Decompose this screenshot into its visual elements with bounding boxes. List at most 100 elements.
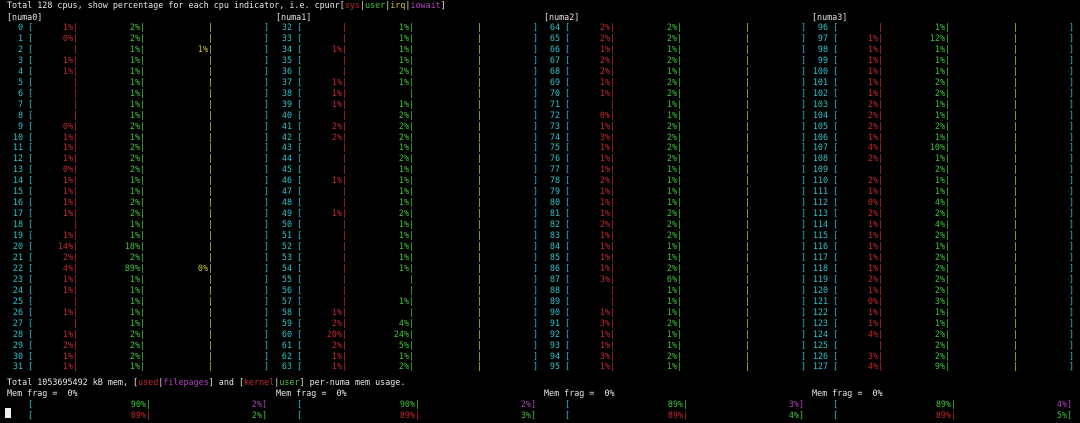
pipe: | — [208, 54, 214, 65]
bracket-close: ] — [264, 328, 270, 339]
pipe: | — [1013, 109, 1019, 120]
cpu-row: 88[| 1% | |] — [544, 285, 806, 296]
bracket-open: [ — [297, 219, 303, 230]
cpu-row: 43[| 1% | |] — [276, 142, 538, 153]
pipe: | — [477, 98, 483, 109]
cpu-number: 70 — [549, 87, 560, 98]
pipe: | — [73, 197, 79, 208]
sys-percent: 1% — [331, 175, 342, 186]
bracket-close: ] — [264, 306, 270, 317]
pipe: | — [1013, 317, 1019, 328]
pipe: | — [878, 306, 884, 317]
pipe: | — [677, 22, 683, 32]
pipe: | — [677, 317, 683, 328]
cpu-row: 92[1% | 1% | |] — [544, 329, 806, 340]
bracket-open: [ — [297, 295, 303, 306]
pipe: | — [208, 164, 214, 175]
cpu-number: 112 — [812, 197, 828, 208]
pipe: | — [342, 120, 348, 131]
pipe: | — [409, 164, 415, 175]
mem-frag-label: Mem frag = 0% — [276, 388, 347, 398]
cpu-number: 43 — [281, 142, 292, 153]
pipe: | — [610, 230, 616, 241]
user-percent: 1% — [666, 43, 677, 54]
sys-percent: 2% — [331, 339, 342, 350]
cpu-number: 120 — [812, 284, 828, 295]
pipe: | — [477, 219, 483, 230]
cpu-row: 91[3% | 2% | |] — [544, 318, 806, 329]
pipe: | — [208, 175, 214, 186]
pipe: | — [73, 241, 79, 251]
pipe: | — [1013, 164, 1019, 175]
cpu-row: 72[0% | 1% | |] — [544, 110, 806, 121]
pipe: | — [409, 262, 415, 273]
cpu-number: 38 — [281, 87, 292, 98]
bracket-close: ] — [264, 87, 270, 98]
cpu-row: 17[1% | 2% | |] — [7, 208, 269, 219]
pipe: | — [409, 197, 415, 208]
user-percent: 2% — [666, 153, 677, 164]
sys-percent: 1% — [867, 317, 878, 328]
sys-percent: 1% — [867, 65, 878, 76]
cpu-number: 30 — [12, 350, 23, 361]
pipe: | — [477, 109, 483, 120]
cpu-number: 61 — [281, 339, 292, 350]
cpu-row: 36[| 2% | |] — [276, 66, 538, 77]
pipe: | — [878, 131, 884, 142]
pipe: | — [73, 295, 79, 306]
sys-percent: 4% — [867, 142, 878, 153]
pipe: | — [1013, 284, 1019, 295]
sys-percent: 2% — [599, 219, 610, 230]
pipe: | — [745, 65, 751, 76]
sys-percent: 1% — [599, 164, 610, 175]
pipe: | — [208, 361, 214, 372]
bracket-close: ] — [264, 339, 270, 350]
pipe: | — [945, 197, 951, 208]
pipe: | — [140, 273, 146, 284]
cpu-number: 83 — [549, 230, 560, 241]
pipe: | — [1013, 175, 1019, 186]
user-percent: 6% — [666, 273, 677, 284]
pipe: | — [878, 164, 884, 175]
sys-percent: 1% — [599, 208, 610, 219]
terminal-window[interactable]: Total 128 cpus, show percentage for each… — [0, 0, 1080, 423]
bracket-close: ] — [264, 98, 270, 109]
pipe: | — [745, 120, 751, 131]
sys-percent: 2% — [599, 54, 610, 65]
sys-percent: 2% — [599, 32, 610, 43]
pipe: | — [878, 65, 884, 76]
cpu-row: 19[1% | 1% | |] — [7, 230, 269, 241]
cpu-number: 91 — [549, 317, 560, 328]
mem-used-percent: 89%| — [935, 399, 956, 409]
cpu-row: 9[0% | 2% | |] — [7, 121, 269, 132]
pipe: | — [945, 328, 951, 339]
pipe: | — [945, 361, 951, 372]
pipe: | — [945, 284, 951, 295]
pipe: | — [878, 273, 884, 284]
pipe: | — [745, 43, 751, 54]
pipe: | — [677, 241, 683, 251]
pipe: | — [945, 339, 951, 350]
pipe: | — [610, 87, 616, 98]
pipe: | — [140, 109, 146, 120]
user-percent: 1% — [129, 98, 140, 109]
user-percent: 1% — [129, 43, 140, 54]
cpu-number: 68 — [549, 65, 560, 76]
sys-percent: 1% — [331, 43, 342, 54]
cpu-row: 35[| 1% | |] — [276, 55, 538, 66]
cpu-row: 69[1% | 2% | |] — [544, 77, 806, 88]
pipe: | — [140, 284, 146, 295]
pipe: | — [73, 76, 79, 87]
cpu-row: 76[1% | 2% | |] — [544, 153, 806, 164]
pipe: | — [477, 153, 483, 164]
cpu-row: 31[1% | 1% | |] — [7, 361, 269, 372]
cpu-row: 122[1% | 1% | |] — [812, 307, 1074, 318]
pipe: | — [208, 120, 214, 131]
cpu-number: 26 — [12, 306, 23, 317]
cpu-row: 108[2% | 1% | |] — [812, 153, 1074, 164]
user-percent: 2% — [129, 208, 140, 219]
pipe: | — [477, 22, 483, 32]
cpu-number: 16 — [12, 197, 23, 208]
pipe: | — [409, 54, 415, 65]
user-percent: 10% — [929, 142, 945, 153]
